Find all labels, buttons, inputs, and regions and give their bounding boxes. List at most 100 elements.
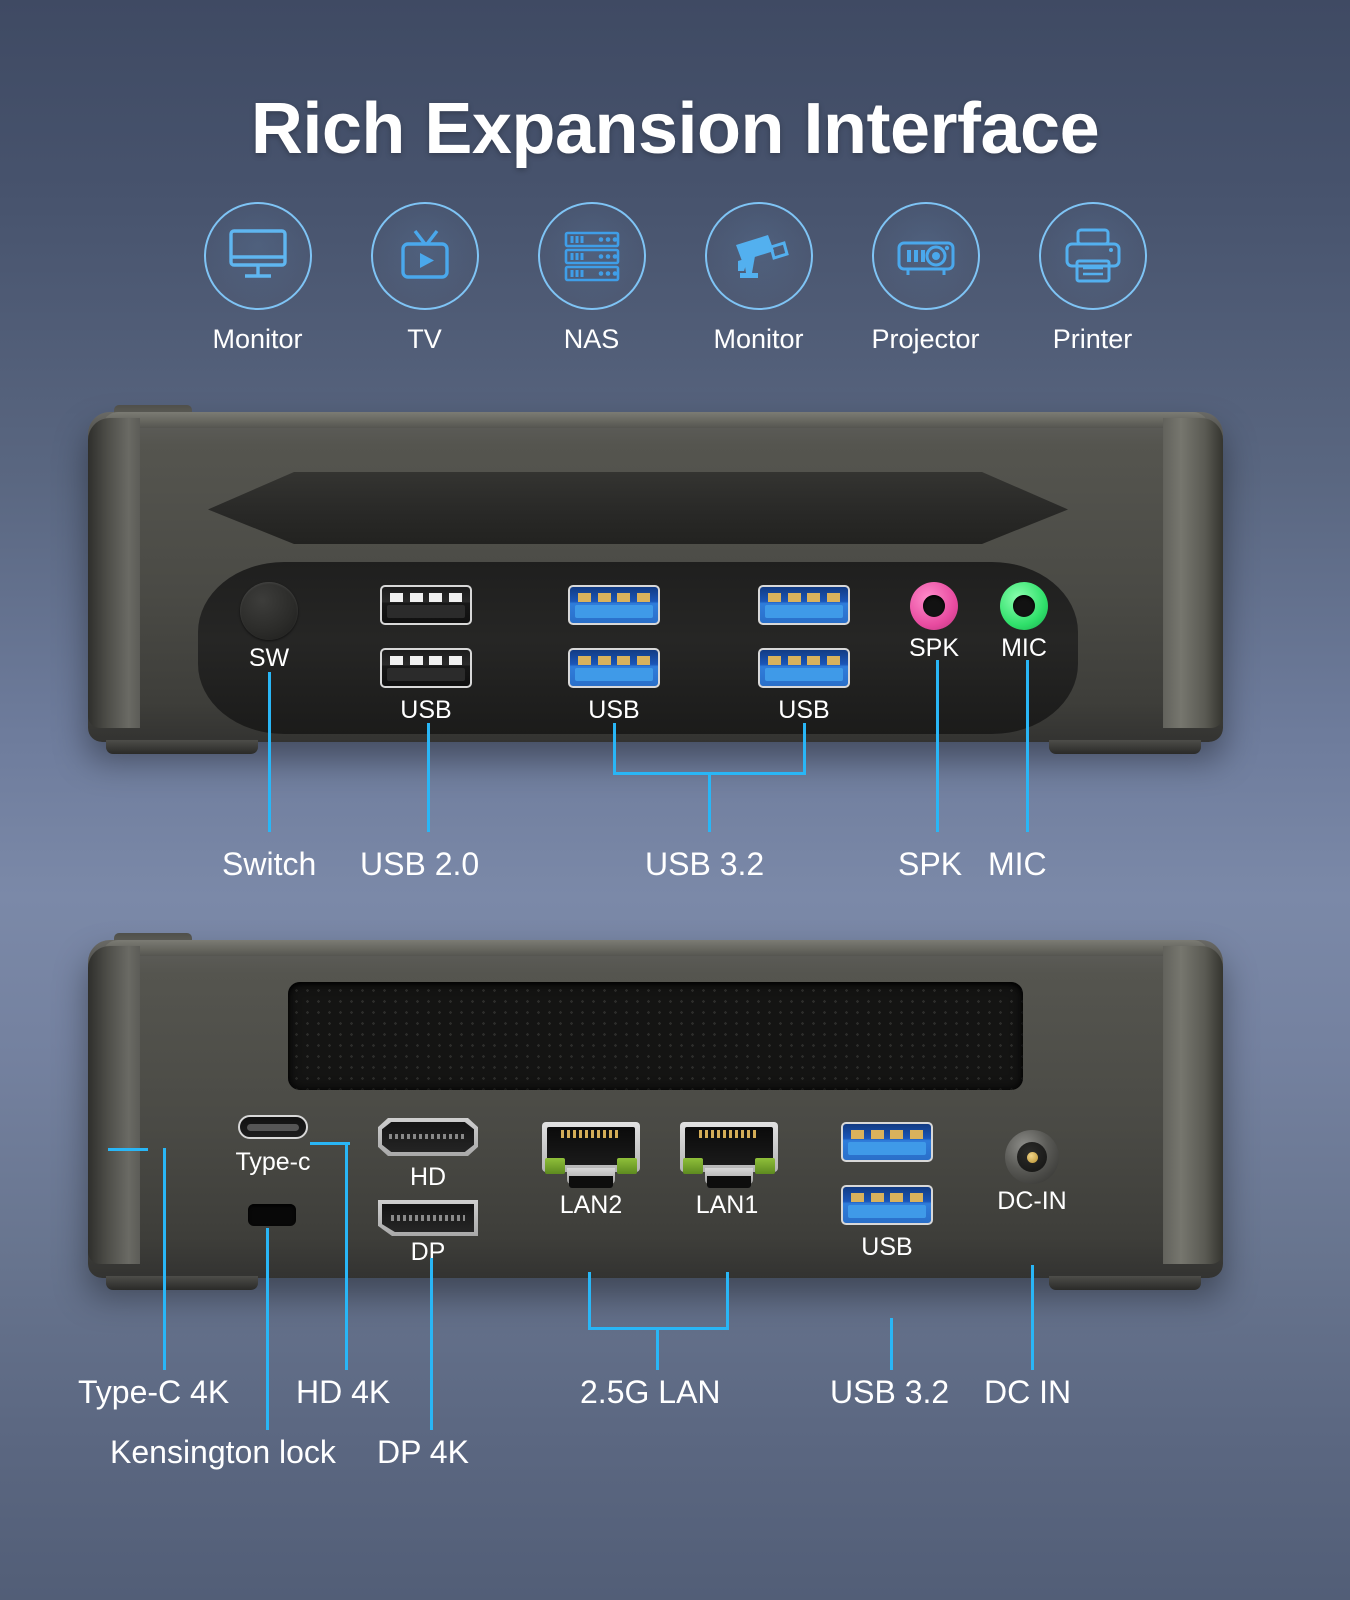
chassis-top-edge [102,940,1209,956]
usb-left-port-label: USB [400,696,452,724]
usb-pins [851,1130,923,1139]
speaker-jack[interactable] [910,582,958,630]
usb32-port-bottom-2[interactable] [758,648,850,688]
callout-dc-in: DC IN [984,1374,1072,1410]
chassis-top-edge [102,412,1209,428]
lan1-port-label: LAN1 [695,1191,759,1219]
callout-line-mic [1026,660,1029,832]
typec-port-label: Type-c [235,1148,311,1176]
callout-typec-4k: Type-C 4K [78,1374,230,1410]
sw-port-label: SW [248,644,290,672]
usb-tongue [387,605,465,618]
chassis-left-side [88,418,140,728]
usb-pins [390,593,462,602]
usb-rear-port-label: USB [861,1233,913,1261]
chassis-right-side [1163,946,1223,1264]
dc-in-jack[interactable] [1005,1130,1059,1184]
usb-tongue [575,605,653,618]
power-button[interactable] [240,582,298,640]
usb2-port-bottom[interactable] [380,648,472,688]
usb-pins [578,593,650,602]
device-icon-label: Projector [871,324,980,354]
device-icon-label: Monitor [212,324,303,354]
device-icon-projector: Projector [842,202,1009,355]
usb-tongue [387,668,465,681]
callout-line-usb32-stem [708,772,711,832]
callout-line-lan-stem [656,1327,659,1370]
usb-tongue [848,1205,926,1218]
callout-line-dcin [1031,1265,1034,1370]
dcin-port-label: DC-IN [997,1187,1067,1215]
callout-line-spk [936,660,939,832]
spk-port-label: SPK [908,634,960,662]
usb2-port-top[interactable] [380,585,472,625]
usb32-rear-port-top[interactable] [841,1122,933,1162]
usb32-port-top-1[interactable] [568,585,660,625]
callout-usb20: USB 2.0 [360,846,480,882]
printer-icon [1038,202,1147,310]
projector-icon [871,202,980,310]
lan2-port-label: LAN2 [559,1191,623,1219]
tv-icon [370,202,479,310]
callout-line-typec [163,1148,166,1370]
lan2-port[interactable] [542,1122,640,1188]
chassis-foot-left [106,740,258,754]
callout-25g-lan: 2.5G LAN [580,1374,721,1410]
rj45-gold-pins [561,1130,621,1138]
device-icon-label: Monitor [713,324,804,354]
usb-pins [578,656,650,665]
callout-line-kensington [266,1228,269,1430]
callout-stub-hd [310,1142,350,1145]
usb-tongue [575,668,653,681]
device-icon-label: Printer [1052,324,1133,354]
usb-pins [851,1193,923,1202]
hdmi-port[interactable] [378,1118,478,1156]
displayport-port[interactable] [378,1200,478,1236]
rj45-tab [707,1176,751,1188]
callout-line-usb20 [427,723,430,832]
typec-port[interactable] [238,1115,308,1139]
mic-jack[interactable] [1000,582,1048,630]
usb-tongue [848,1142,926,1155]
callout-line-lan1 [726,1272,729,1330]
usb32-port-bottom-1[interactable] [568,648,660,688]
rear-vent-grille [288,982,1023,1090]
usb-right-port-label: USB [778,696,830,724]
chassis-foot-left [106,1276,258,1290]
device-icon-tv: TV [341,202,508,355]
usb-pins [768,656,840,665]
mic-port-label: MIC [1001,634,1047,662]
usb32-port-top-2[interactable] [758,585,850,625]
rj45-led-right [755,1158,775,1174]
chassis-foot-right [1049,740,1201,754]
device-icon-printer: Printer [1009,202,1176,355]
jack-hole [923,595,945,617]
dp-cavity [382,1204,474,1232]
chassis-right-side [1163,418,1223,728]
kensington-lock-slot[interactable] [248,1204,296,1226]
callout-line-dp [430,1258,433,1430]
chassis-foot-right [1049,1276,1201,1290]
page-title: Rich Expansion Interface [250,89,1100,169]
rj45-led-right [617,1158,637,1174]
dp-port-label: DP [410,1238,446,1266]
device-icon-nas: NAS [508,202,675,355]
lan1-port[interactable] [680,1122,778,1188]
usb32-rear-port-bottom[interactable] [841,1185,933,1225]
callout-stub-typec [108,1148,148,1151]
mini-pc-front-view: SW USB USB USB SPK MIC [88,405,1223,754]
callout-dp-4k: DP 4K [377,1434,469,1470]
callout-line-lan2 [588,1272,591,1330]
usb-tongue [765,668,843,681]
callout-line-switch [268,672,271,832]
usb-tongue [765,605,843,618]
device-icon-row: Monitor TV NAS Monitor Projector Printer [0,202,1350,355]
monitor-icon [203,202,312,310]
hdmi-cavity [382,1122,474,1152]
callout-line-usb32-right [803,723,806,775]
device-icon-security-camera: Monitor [675,202,842,355]
usb-pins [390,656,462,665]
hd-port-label: HD [409,1163,447,1191]
security-camera-icon [704,202,813,310]
chassis-left-side [88,946,140,1264]
